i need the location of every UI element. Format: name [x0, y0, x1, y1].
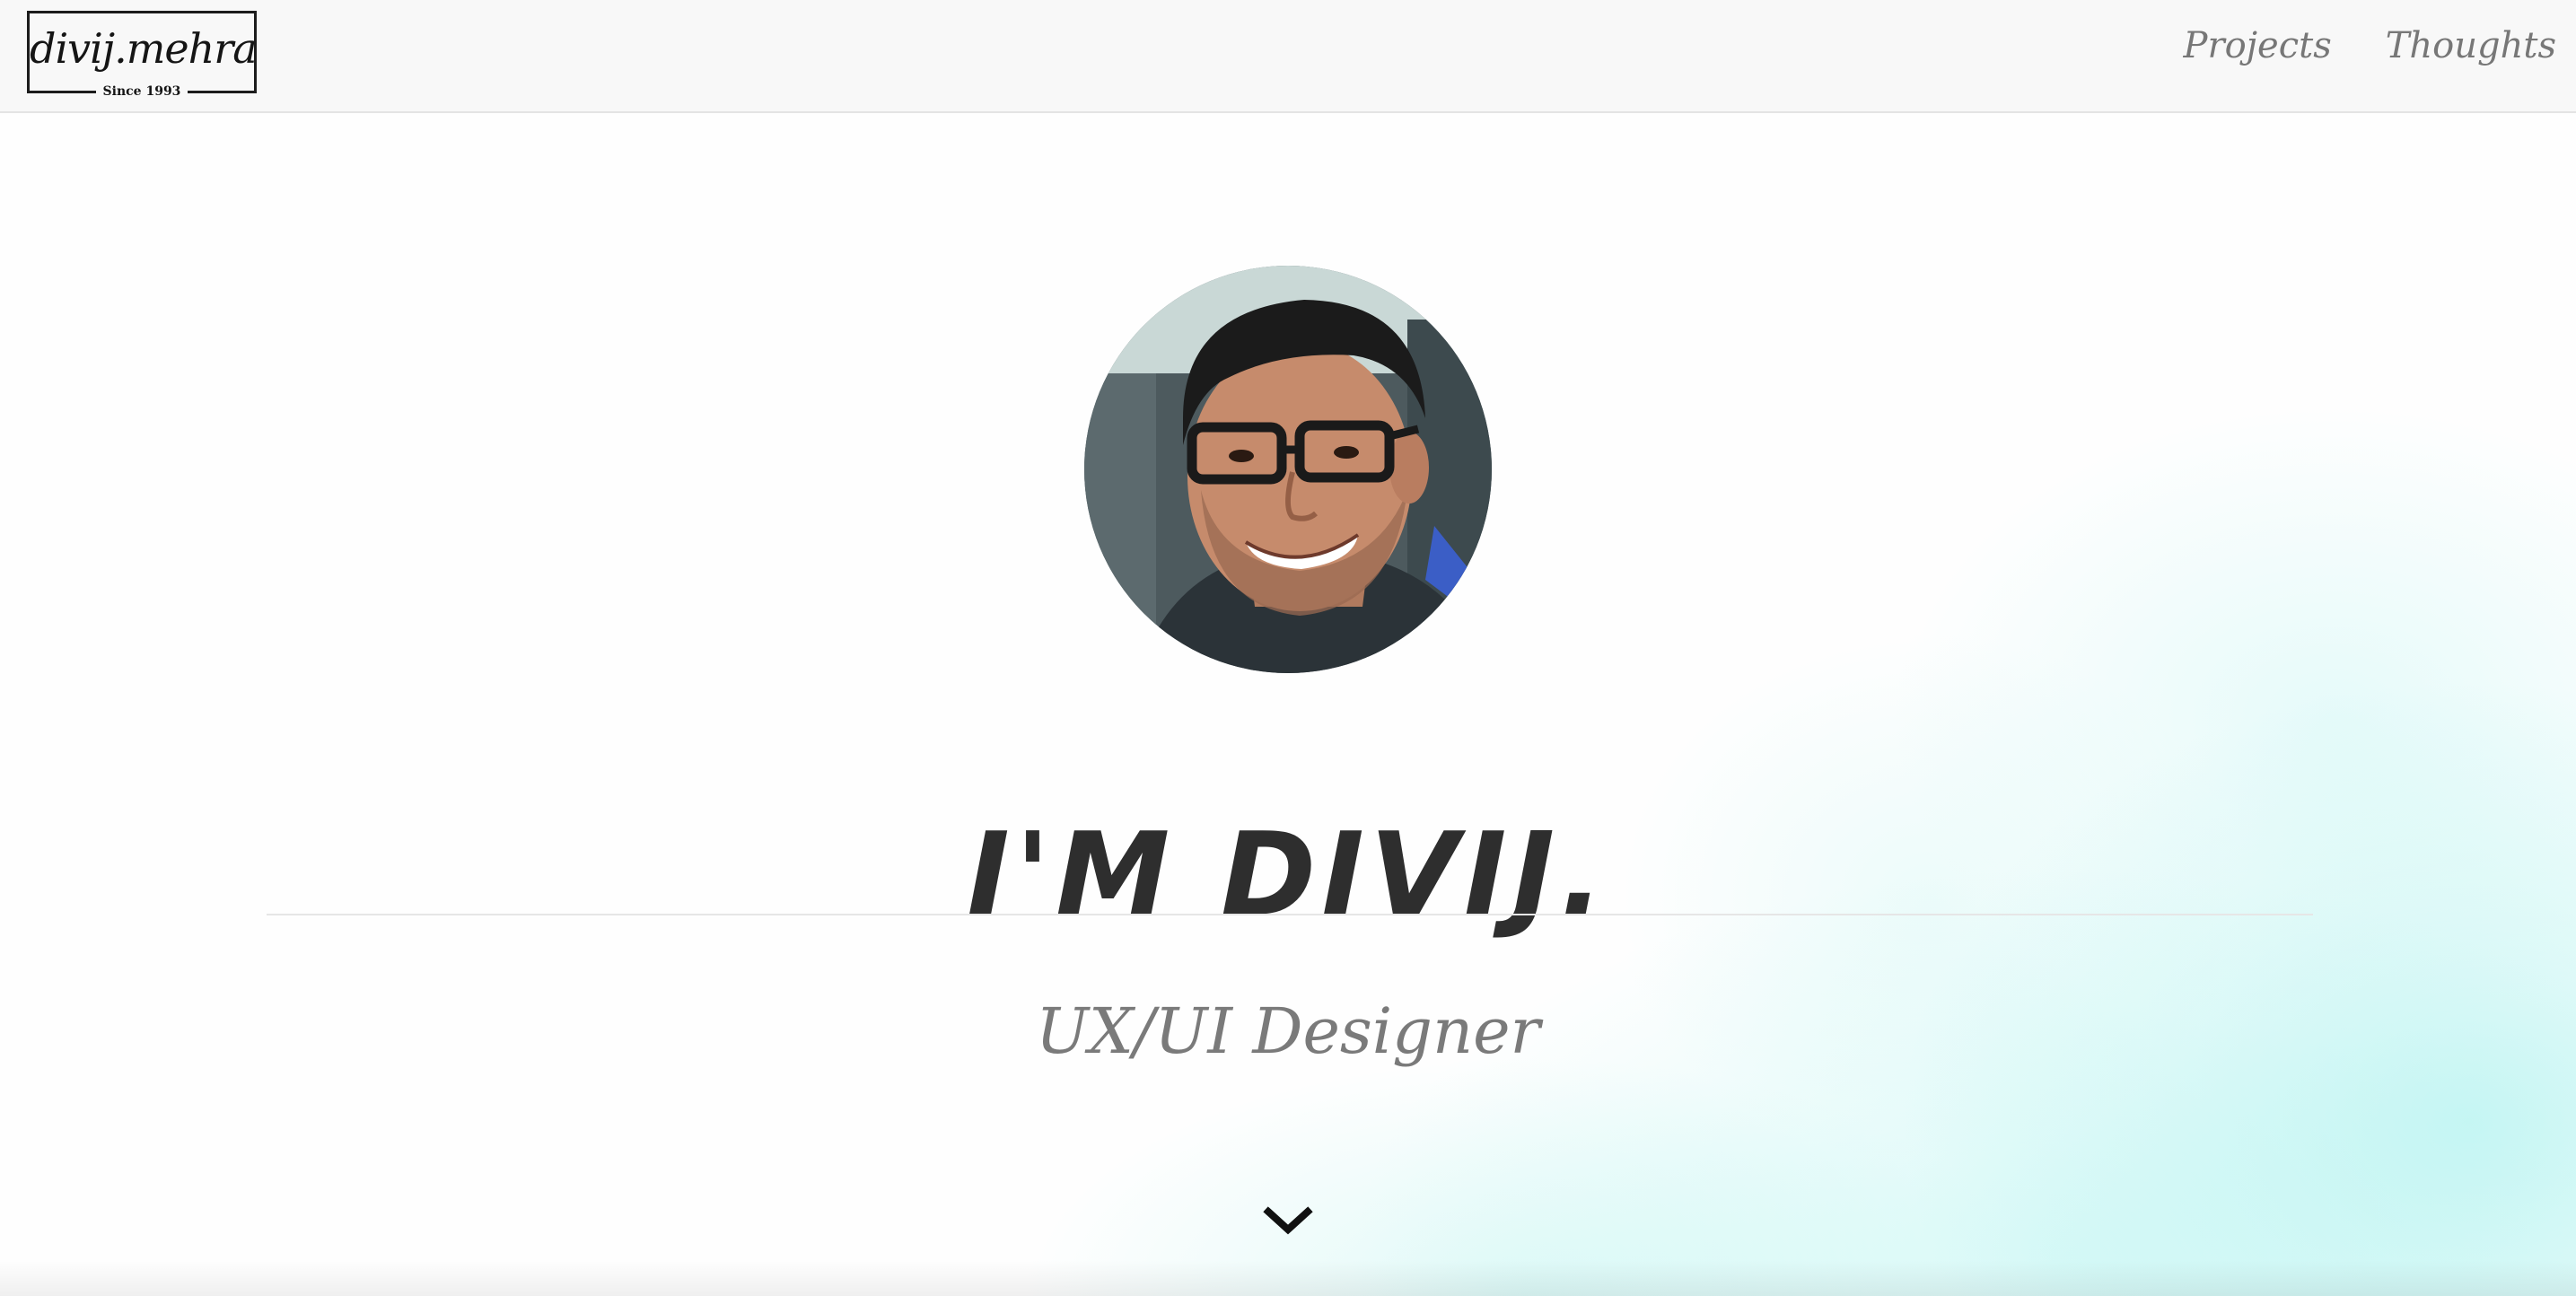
logo-since-text: Since 1993 [95, 84, 188, 99]
main-nav: Projects Thoughts [2184, 25, 2556, 66]
site-header: divij.mehra Since 1993 Projects Thoughts [0, 0, 2576, 113]
profile-photo [1084, 266, 1492, 673]
hero-divider [267, 914, 2313, 915]
chevron-down-icon[interactable] [1261, 1203, 1315, 1239]
nav-link-thoughts[interactable]: Thoughts [2386, 25, 2556, 66]
hero-title: I'M DIVIJ. [967, 808, 1609, 942]
nav-link-projects[interactable]: Projects [2184, 25, 2332, 66]
logo-tagline: Since 1993 [30, 82, 254, 99]
logo-name: divij.mehra [30, 24, 258, 73]
bottom-fade [0, 1260, 2576, 1296]
site-logo[interactable]: divij.mehra Since 1993 [27, 11, 258, 99]
page: divij.mehra Since 1993 Projects Thoughts [0, 0, 2576, 1296]
profile-photo-image [1084, 266, 1492, 673]
hero-subtitle: UX/UI Designer [1036, 994, 1540, 1068]
